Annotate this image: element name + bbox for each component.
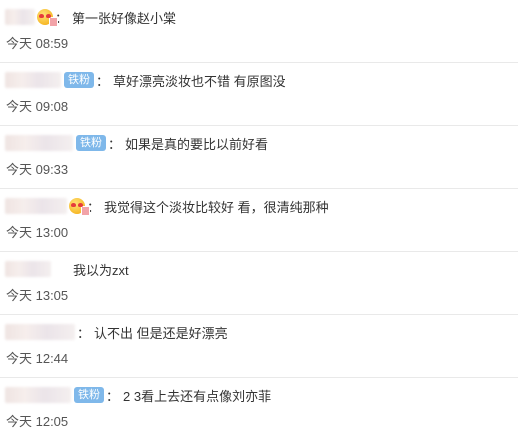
- comment-line: ： 认不出 但是还是好漂亮: [5, 322, 228, 342]
- separator: ：: [96, 73, 110, 89]
- comment-text: 我以为zxt: [73, 262, 129, 278]
- blurred-username[interactable]: [5, 135, 73, 151]
- emoji-badge-icon: [69, 198, 90, 216]
- comment-line: 铁粉 ： 2 3看上去还有点像刘亦菲: [5, 385, 271, 405]
- comment-line: ： 第一张好像赵小棠: [5, 7, 176, 27]
- separator: ：: [77, 325, 91, 341]
- comment-line: ： 我觉得这个淡妆比较好 看，很清纯那种: [5, 196, 329, 216]
- separator: ：: [106, 388, 120, 404]
- comment-text: 我觉得这个淡妆比较好 看，很清纯那种: [104, 199, 329, 215]
- fan-badge: 铁粉: [76, 135, 106, 151]
- comment-line: 我以为zxt: [5, 259, 129, 279]
- comment-time: 今天 09:08: [6, 99, 69, 114]
- comment-row: 铁粉 ： 如果是真的要比以前好看 今天 09:33: [0, 126, 518, 189]
- comment-text: 第一张好像赵小棠: [72, 10, 177, 26]
- comment-time: 今天 13:05: [6, 288, 69, 303]
- emoji-badge-icon: [37, 9, 58, 27]
- comment-row: ： 认不出 但是还是好漂亮 今天 12:44: [0, 315, 518, 378]
- blurred-username[interactable]: [5, 387, 71, 403]
- comment-row: ： 我觉得这个淡妆比较好 看，很清纯那种 今天 13:00: [0, 189, 518, 252]
- comment-time: 今天 09:33: [6, 162, 69, 177]
- comment-time: 今天 12:05: [6, 414, 69, 429]
- comment-row: 铁粉 ： 草好漂亮淡妆也不错 有原图没 今天 09:08: [0, 63, 518, 126]
- blurred-username[interactable]: [5, 324, 75, 340]
- comment-row: 铁粉 ： 2 3看上去还有点像刘亦菲 今天 12:05: [0, 378, 518, 441]
- blurred-username[interactable]: [5, 198, 67, 214]
- comment-line: 铁粉 ： 如果是真的要比以前好看: [5, 133, 268, 153]
- fan-badge: 铁粉: [64, 72, 94, 88]
- fan-badge: 铁粉: [74, 387, 104, 403]
- comment-text: 2 3看上去还有点像刘亦菲: [123, 388, 272, 404]
- comment-time: 今天 08:59: [6, 36, 69, 51]
- comment-row: 我以为zxt 今天 13:05: [0, 252, 518, 315]
- blurred-username[interactable]: [5, 9, 35, 25]
- blurred-username[interactable]: [5, 72, 61, 88]
- comment-time: 今天 12:44: [6, 351, 69, 366]
- blurred-username[interactable]: [5, 261, 51, 277]
- comment-text: 如果是真的要比以前好看: [125, 136, 269, 152]
- comment-line: 铁粉 ： 草好漂亮淡妆也不错 有原图没: [5, 70, 286, 90]
- separator: ：: [108, 136, 122, 152]
- comment-text: 认不出 但是还是好漂亮: [94, 325, 228, 341]
- comment-text: 草好漂亮淡妆也不错 有原图没: [113, 73, 286, 89]
- comment-time: 今天 13:00: [6, 225, 69, 240]
- comment-list: ： 第一张好像赵小棠 今天 08:59 铁粉 ： 草好漂亮淡妆也不错 有原图没 …: [0, 0, 518, 431]
- comment-row: ： 第一张好像赵小棠 今天 08:59: [0, 0, 518, 63]
